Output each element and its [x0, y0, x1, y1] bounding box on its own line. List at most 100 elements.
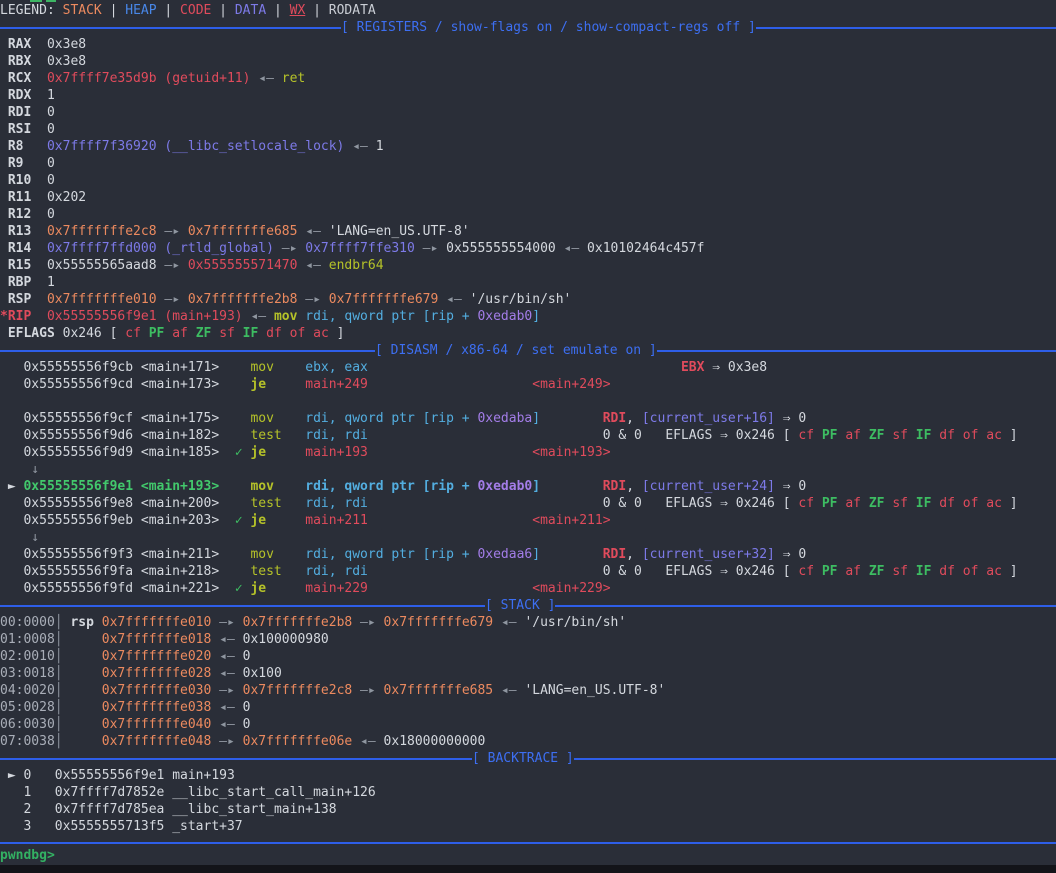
text-segment: HEAP	[125, 3, 156, 18]
text-segment: │	[55, 632, 102, 647]
backtrace-frame: 2 0x7ffff7d785ea __libc_start_main+138	[0, 801, 1056, 818]
text-segment: ◂—	[493, 683, 524, 698]
text-segment: ac	[313, 326, 329, 341]
text-segment	[258, 326, 266, 341]
text-segment: RDI	[0, 105, 47, 120]
text-segment: 0 & 0	[603, 428, 642, 443]
text-segment: 0	[47, 122, 55, 137]
text-segment: R8	[0, 139, 47, 154]
register-row: R12 0	[0, 206, 1056, 223]
register-row: RAX 0x3e8	[0, 36, 1056, 53]
text-segment: of	[290, 326, 306, 341]
text-segment: RODATA	[329, 3, 376, 18]
text-segment	[368, 360, 681, 375]
text-segment: PF	[822, 496, 838, 511]
text-segment: *RIP	[0, 309, 47, 324]
text-segment: '/usr/bin/sh'	[524, 615, 626, 630]
disasm-section-title: [ DISASM / x86-64 / set emulate on ]	[375, 342, 657, 359]
text-segment: cf	[798, 428, 814, 443]
disasm-line	[0, 393, 1056, 410]
previous-output-fragment	[46, 0, 56, 2]
text-segment: 04:0020	[0, 683, 55, 698]
prompt-separator-rule	[0, 842, 1056, 844]
text-segment: STACK	[63, 3, 102, 18]
register-row: RBX 0x3e8	[0, 53, 1056, 70]
section-header-registers: [ REGISTERS / show-flags on / show-compa…	[0, 19, 1056, 36]
disasm-line: ↓	[0, 529, 1056, 546]
text-segment: '/usr/bin/sh'	[470, 292, 572, 307]
text-segment: 0x55555556f9eb <main+203>	[0, 513, 235, 528]
text-segment: main+229	[305, 581, 368, 596]
text-segment: EFLAGS ⇒ 0x246 [	[665, 428, 798, 443]
text-segment: ZF	[869, 496, 885, 511]
text-segment: —▸	[352, 683, 383, 698]
text-segment: ✓	[235, 445, 251, 460]
disasm-line: 0x55555556f9f3 <main+211> mov rdi, qword…	[0, 546, 1056, 563]
text-segment	[274, 479, 305, 494]
text-segment	[282, 428, 305, 443]
text-segment: RDX	[0, 88, 47, 103]
text-segment	[540, 479, 603, 494]
text-segment: ]	[532, 547, 540, 562]
text-segment	[219, 479, 250, 494]
text-segment: je	[250, 513, 266, 528]
text-segment: R12	[0, 207, 47, 222]
text-segment: 0 & 0	[603, 564, 642, 579]
text-segment: ac	[986, 564, 1002, 579]
text-segment: ]	[1002, 428, 1018, 443]
text-segment	[188, 326, 196, 341]
command-prompt-line: pwndbg>	[0, 847, 1056, 864]
text-segment: 01:0008	[0, 632, 55, 647]
text-segment: —▸	[211, 734, 242, 749]
text-segment: test	[250, 496, 281, 511]
section-rule	[657, 350, 1056, 352]
text-segment: 0x7fffffffe679	[329, 292, 439, 307]
text-segment	[861, 428, 869, 443]
text-segment: 0x7fffffffe040	[102, 717, 212, 732]
text-segment	[235, 326, 243, 341]
text-segment: 0xedab0	[477, 479, 532, 494]
text-segment: 0x7ffff7d785ea __libc_start_main+138	[55, 802, 337, 817]
section-header-stack: [ STACK ]	[0, 597, 1056, 614]
text-segment: ►	[0, 479, 23, 494]
text-segment: 0x555555571470	[188, 258, 298, 273]
text-segment: rdi, qword ptr [rip +	[305, 411, 477, 426]
text-segment: af	[845, 496, 861, 511]
register-row: *RIP 0x55555556f9e1 (main+193) ◂— mov rd…	[0, 308, 1056, 325]
text-segment	[814, 428, 822, 443]
text-segment: of	[963, 564, 979, 579]
stack-section-title: [ STACK ]	[485, 597, 555, 614]
text-segment: LEGEND:	[0, 3, 63, 18]
text-segment	[861, 496, 869, 511]
text-segment: EFLAGS ⇒ 0x246 [	[665, 564, 798, 579]
text-segment: 02:0010	[0, 649, 55, 664]
register-row: RDX 1	[0, 87, 1056, 104]
register-row: R11 0x202	[0, 189, 1056, 206]
text-segment: df	[939, 496, 955, 511]
text-segment: 0x7fffffffe685	[384, 683, 494, 698]
text-segment: sf	[892, 428, 908, 443]
text-segment: │	[55, 649, 102, 664]
text-segment: 05:0028	[0, 700, 55, 715]
backtrace-section-title: [ BACKTRACE ]	[472, 750, 574, 767]
text-segment: ⇒ 0x3e8	[704, 360, 767, 375]
text-segment: 0x7ffff7f36920 (__libc_setlocale_lock)	[47, 139, 344, 154]
register-row: R10 0	[0, 172, 1056, 189]
text-segment: ]	[329, 326, 345, 341]
text-segment: sf	[892, 496, 908, 511]
text-segment: 0x7fffffffe028	[102, 666, 212, 681]
command-input[interactable]	[55, 848, 75, 863]
text-segment: 03:0018	[0, 666, 55, 681]
text-segment: —▸	[157, 292, 188, 307]
text-segment: df	[939, 564, 955, 579]
register-row: RSP 0x7fffffffe010 —▸ 0x7fffffffe2b8 —▸ …	[0, 291, 1056, 308]
register-row: R8 0x7ffff7f36920 (__libc_setlocale_lock…	[0, 138, 1056, 155]
text-segment: 0x55555556f9d9 <main+185>	[0, 445, 235, 460]
disasm-line: ↓	[0, 461, 1056, 478]
register-row: R15 0x55555565aad8 —▸ 0x555555571470 ◂— …	[0, 257, 1056, 274]
text-segment: 0x7fffffffe048	[102, 734, 212, 749]
text-segment: —▸	[211, 683, 242, 698]
disasm-line: 0x55555556f9cb <main+171> mov ebx, eax E…	[0, 359, 1056, 376]
text-segment	[368, 377, 532, 392]
text-segment: 'LANG=en_US.UTF-8'	[329, 224, 470, 239]
